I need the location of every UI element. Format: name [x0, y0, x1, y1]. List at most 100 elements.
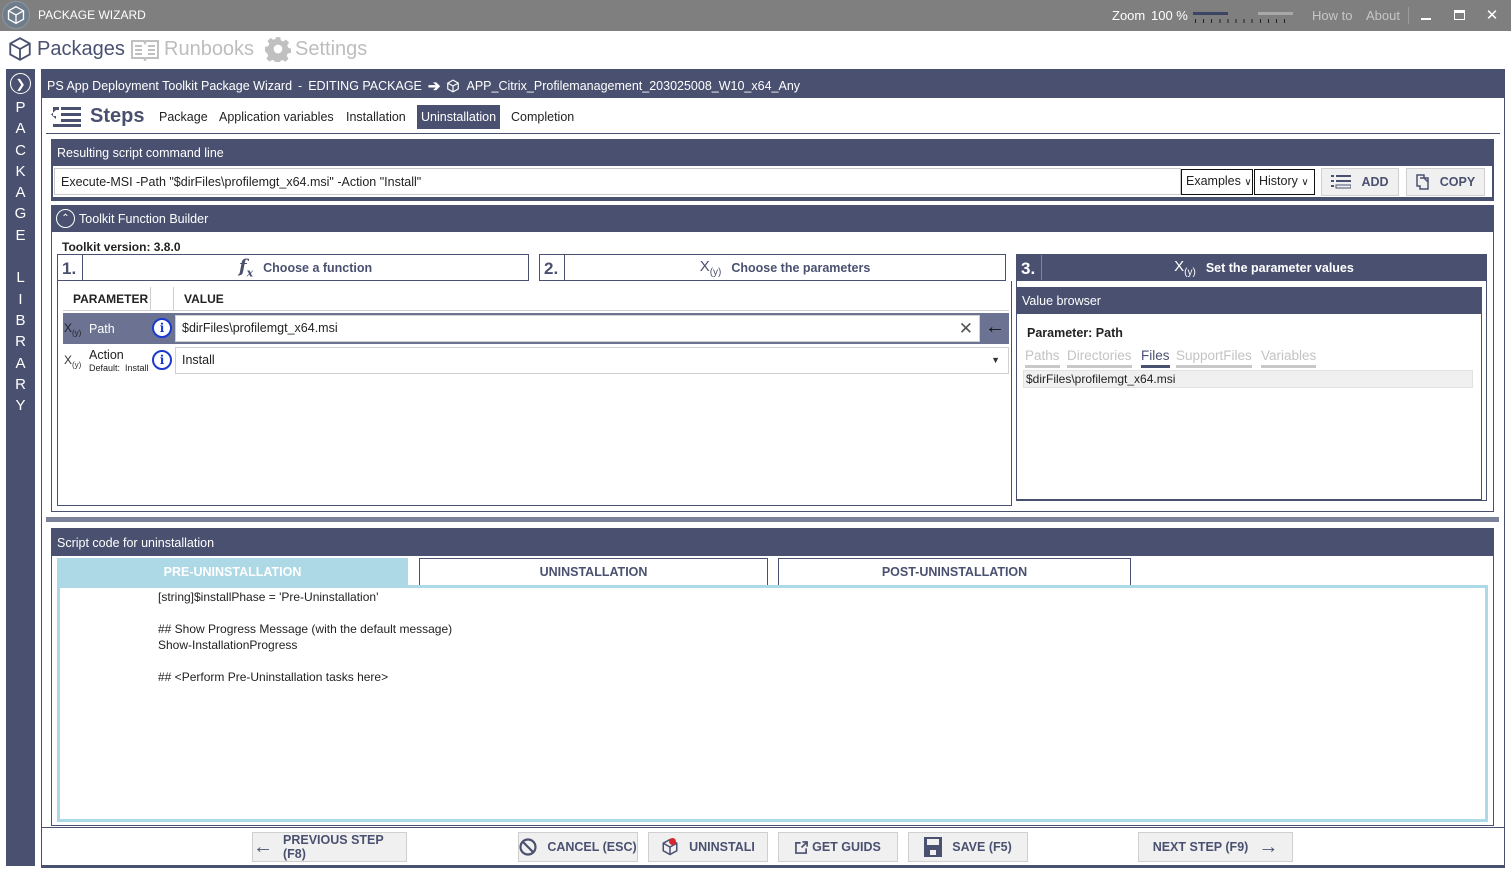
examples-dropdown[interactable]: Examples ∨ — [1181, 169, 1253, 195]
save-icon — [924, 837, 943, 857]
step-choose-function[interactable]: 1. fx Choose a function — [57, 254, 529, 281]
app-logo-icon — [2, 1, 30, 29]
vb-tab-paths[interactable]: Paths — [1025, 348, 1060, 368]
action-value-select[interactable]: Install ▼ — [175, 347, 1009, 374]
add-button[interactable]: ADD — [1321, 168, 1399, 196]
parameter-row-action[interactable]: X(y) Action Default: Install i Install ▼ — [63, 345, 1009, 376]
examples-label: Examples — [1186, 174, 1241, 188]
cancel-icon — [519, 838, 537, 856]
vb-tab-variables[interactable]: Variables — [1261, 348, 1317, 368]
next-step-label: NEXT STEP (F9) — [1152, 840, 1249, 854]
package-library-bar[interactable]: ❯ PACKAGE LIBRARY — [6, 69, 35, 866]
code-line: ## Show Progress Message (with the defau… — [158, 622, 453, 636]
column-parameter: PARAMETER — [73, 292, 149, 306]
parameter-row-path[interactable]: X(y) Path i $dirFiles\profilemgt_x64.msi… — [63, 313, 1009, 344]
nav-packages-label: Packages — [37, 37, 125, 60]
nav-runbooks-label: Runbooks — [164, 37, 255, 60]
command-line-input[interactable]: Execute-MSI -Path "$dirFiles\profilemgt_… — [54, 168, 1181, 195]
tab-post-uninstallation[interactable]: POST-UNINSTALLATION — [778, 558, 1131, 585]
zoom-slider-fill — [1193, 12, 1228, 15]
copy-label: COPY — [1439, 175, 1476, 189]
uninstall-button[interactable]: UNINSTALI — [648, 832, 768, 862]
tab-pre-uninstallation[interactable]: PRE-UNINSTALLATION — [57, 558, 408, 585]
vb-tab-files[interactable]: Files — [1141, 348, 1170, 368]
title-bar: PACKAGE WIZARD Zoom 100 % How to About ✕ — [0, 0, 1511, 31]
steps-title: Steps — [50, 104, 144, 128]
step-set-values[interactable]: 3. X(y) Set the parameter values — [1016, 254, 1487, 281]
close-button[interactable]: ✕ — [1481, 4, 1503, 26]
arrow-right-icon: → — [1258, 835, 1279, 858]
previous-step-label: PREVIOUS STEP (F8) — [283, 833, 384, 861]
how-to-link[interactable]: How to — [1312, 8, 1352, 23]
add-label: ADD — [1361, 175, 1389, 189]
step-label: Choose a function — [263, 260, 373, 275]
tab-uninstallation-code[interactable]: UNINSTALLATION — [419, 558, 768, 585]
tab-installation[interactable]: Installation — [342, 105, 410, 129]
step-label: Choose the parameters — [731, 260, 871, 275]
vb-tab-directories[interactable]: Directories — [1067, 348, 1132, 368]
about-link[interactable]: About — [1366, 8, 1400, 23]
step-choose-parameters[interactable]: 2. X(y) Choose the parameters — [539, 254, 1006, 281]
nav-settings[interactable]: Settings — [265, 36, 367, 62]
column-value: VALUE — [184, 292, 224, 306]
history-dropdown[interactable]: History ∨ — [1254, 169, 1315, 195]
package-name: APP_Citrix_Profilemanagement_203025008_W… — [466, 79, 801, 93]
minimize-button[interactable] — [1415, 4, 1437, 26]
info-icon[interactable]: i — [152, 350, 172, 370]
vb-tab-supportfiles[interactable]: SupportFiles — [1176, 348, 1252, 368]
book-icon — [131, 40, 159, 61]
cancel-button[interactable]: CANCEL (ESC) — [518, 832, 638, 862]
panel-splitter[interactable] — [46, 517, 1499, 522]
tab-uninstallation[interactable]: Uninstallation — [417, 105, 501, 129]
library-letter: A — [15, 184, 26, 202]
maximize-icon — [1453, 10, 1465, 20]
parameter-grid-header: PARAMETER VALUE — [63, 287, 1009, 311]
path-value-text: $dirFiles\profilemgt_x64.msi — [182, 321, 338, 335]
tab-package[interactable]: Package — [155, 105, 212, 129]
history-label: History — [1259, 174, 1298, 188]
get-guids-label: GET GUIDS — [812, 840, 881, 854]
arrow-left-icon: ← — [253, 835, 273, 858]
tab-completion[interactable]: Completion — [507, 105, 578, 129]
library-letter: E — [15, 226, 26, 244]
tab-application-variables[interactable]: Application variables — [215, 105, 338, 129]
editing-mode: EDITING PACKAGE — [308, 79, 422, 93]
get-guids-button[interactable]: GET GUIDS — [778, 832, 898, 862]
uninstall-label: UNINSTALI — [689, 840, 755, 854]
next-step-button[interactable]: NEXT STEP (F9) → — [1138, 832, 1293, 862]
bottom-border — [41, 866, 1505, 868]
code-line: [string]$installPhase = 'Pre-Uninstallat… — [158, 590, 379, 604]
app-title: PACKAGE WIZARD — [38, 8, 146, 22]
apply-value-arrow-icon[interactable]: ← — [985, 316, 1005, 339]
copy-button[interactable]: COPY — [1406, 168, 1485, 196]
value-browser-item[interactable]: $dirFiles\profilemgt_x64.msi — [1023, 370, 1473, 388]
path-value-input[interactable]: $dirFiles\profilemgt_x64.msi ✕ — [175, 315, 980, 342]
step-number: 2. — [540, 255, 565, 280]
zoom-slider-track — [1258, 12, 1293, 15]
value-browser-panel — [1016, 314, 1482, 500]
package-header: PS App Deployment Toolkit Package Wizard… — [41, 69, 1505, 98]
builder-header[interactable]: ⌃ Toolkit Function Builder — [51, 205, 1494, 232]
nav-runbooks[interactable]: Runbooks — [130, 36, 254, 62]
clear-icon[interactable]: ✕ — [959, 316, 973, 341]
dropdown-arrow-icon: ▼ — [991, 355, 1000, 365]
collapse-icon[interactable]: ⌃ — [56, 209, 75, 228]
value-browser-header: Value browser — [1016, 287, 1482, 314]
zoom-slider-ticks — [1195, 19, 1291, 23]
zoom-value: 100 % — [1151, 8, 1188, 23]
code-editor[interactable] — [57, 585, 1488, 822]
toolkit-version: Toolkit version: 3.8.0 — [62, 240, 181, 254]
nav-packages[interactable]: Packages — [7, 36, 125, 62]
library-letter: C — [15, 141, 26, 159]
library-letter: B — [15, 311, 26, 329]
maximize-button[interactable] — [1448, 4, 1470, 26]
info-icon[interactable]: i — [152, 318, 172, 338]
previous-step-button[interactable]: ← PREVIOUS STEP (F8) — [252, 832, 407, 862]
cube-icon — [9, 37, 31, 61]
expand-library-button[interactable]: ❯ — [10, 73, 31, 94]
library-letter: R — [15, 333, 26, 351]
zoom-slider[interactable] — [1193, 9, 1295, 25]
cancel-label: CANCEL (ESC) — [547, 840, 637, 854]
toolkit-version-value: 3.8.0 — [153, 240, 181, 254]
save-button[interactable]: SAVE (F5) — [908, 832, 1028, 862]
